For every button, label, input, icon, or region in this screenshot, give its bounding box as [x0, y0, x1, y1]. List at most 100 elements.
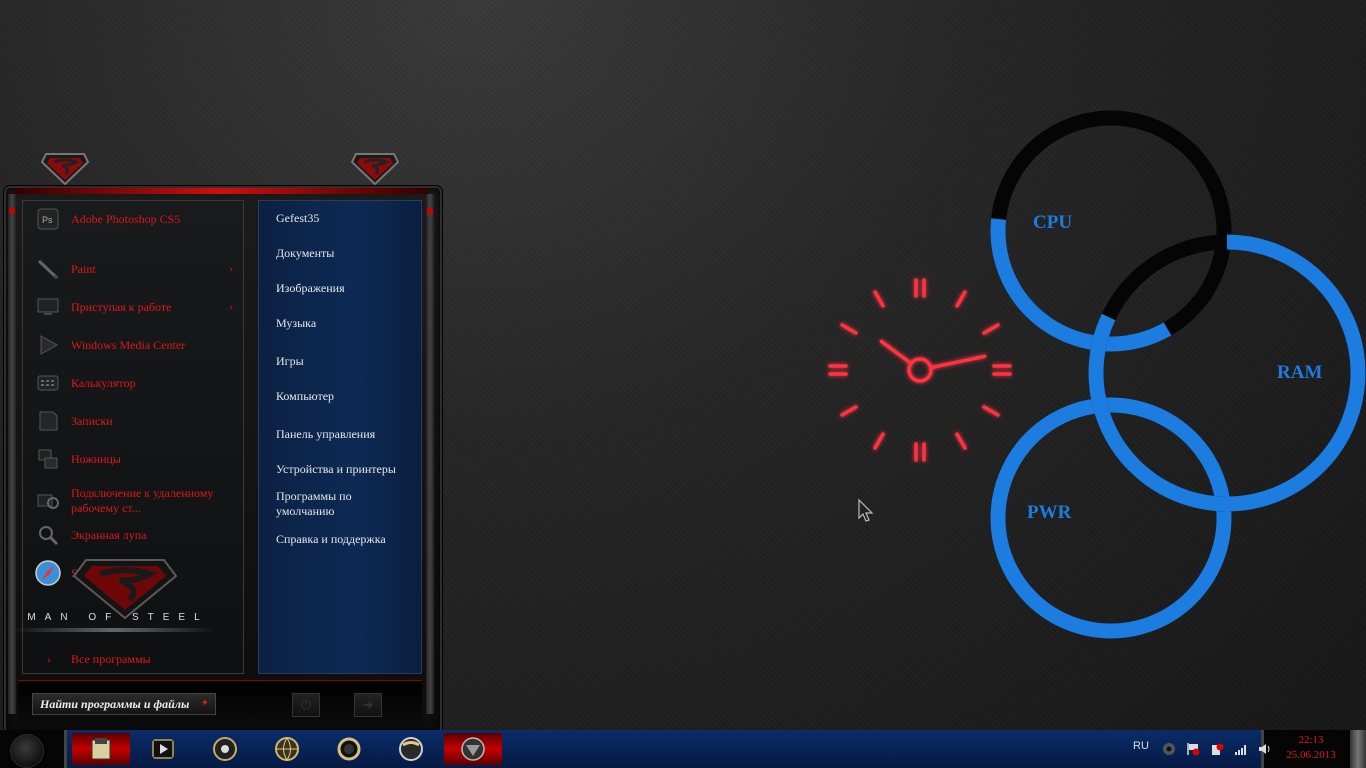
ram-label: RAM — [1277, 362, 1323, 383]
action-center-flag-icon[interactable] — [1186, 742, 1200, 756]
taskbar-app-media-player[interactable] — [134, 733, 192, 765]
clock-tick — [955, 432, 967, 450]
play-icon — [35, 332, 61, 358]
taskbar-app-6[interactable] — [382, 733, 440, 765]
program-label: Приступая к работе — [71, 299, 172, 314]
caption-divider — [12, 628, 216, 632]
program-item-magnifier[interactable]: Экранная лупа — [35, 519, 235, 551]
place-item-devices-printers[interactable]: Устройства и принтеры — [276, 462, 416, 477]
sphere-icon — [399, 737, 423, 761]
program-label: Экранная лупа — [71, 527, 147, 542]
clock-hour-hand — [879, 339, 913, 365]
program-item-snipping-tool[interactable]: Ножницы — [35, 443, 235, 475]
record-icon[interactable] — [1162, 742, 1176, 756]
start-menu-accent-bar — [14, 188, 428, 194]
magnifier-icon — [35, 522, 61, 548]
superman-icon — [461, 737, 485, 761]
cpu-label: CPU — [1033, 212, 1073, 233]
superman-emblem-icon — [40, 153, 90, 186]
photoshop-icon: Ps — [35, 206, 61, 232]
place-item-music[interactable]: Музыка — [276, 316, 416, 331]
superman-emblem-icon — [350, 153, 400, 186]
clock-time: 22:13 — [1298, 734, 1324, 746]
place-item-default-programs[interactable]: Программы по умолчанию — [276, 489, 386, 519]
all-programs-button[interactable]: › Все программы — [22, 646, 242, 672]
place-item-pictures[interactable]: Изображения — [276, 281, 416, 296]
places-list: Gefest35 Документы Изображения Музыка Иг… — [258, 200, 422, 674]
shutdown-button[interactable]: ⏻ — [292, 693, 320, 717]
disc-icon — [213, 737, 237, 761]
start-button[interactable] — [10, 734, 44, 768]
device-error-icon[interactable] — [1210, 742, 1224, 756]
taskbar-clock[interactable]: 22:13 25.06.2013 — [1278, 733, 1344, 763]
program-item-media-center[interactable]: Windows Media Center — [35, 329, 235, 361]
system-meter-gadget[interactable]: CPU RAM PWR — [985, 108, 1366, 643]
taskbar-app-4[interactable] — [258, 733, 316, 765]
search-input[interactable]: Найти программы и файлы ✦ — [32, 693, 216, 715]
start-menu-bottom-bar: Найти программы и файлы ✦ ⏻ ➜ — [18, 680, 422, 725]
clock-date: 25.06.2013 — [1286, 749, 1336, 761]
submenu-arrow-icon: › — [229, 301, 233, 313]
place-item-computer[interactable]: Компьютер — [276, 389, 416, 404]
program-item-sticky-notes[interactable]: Записки — [35, 405, 235, 437]
clock-tick — [840, 323, 858, 335]
program-label: Калькулятор — [71, 375, 136, 390]
pwr-label: PWR — [1027, 502, 1072, 523]
remote-desktop-icon — [35, 488, 61, 514]
program-label: Adobe Photoshop CS5 — [71, 211, 181, 226]
program-item-getting-started[interactable]: Приступая к работе › — [35, 291, 235, 323]
safari-icon — [35, 560, 61, 586]
shutdown-options-button[interactable]: ➜ — [354, 693, 382, 717]
program-item-paint[interactable]: Paint › — [35, 253, 235, 285]
network-signal-icon[interactable] — [1234, 742, 1248, 756]
clock-minute-hand — [929, 354, 987, 370]
place-item-help-support[interactable]: Справка и поддержка — [276, 532, 416, 547]
program-label: Записки — [71, 413, 113, 428]
clock-center — [907, 357, 933, 383]
scissors-icon — [35, 446, 61, 472]
program-item-calculator[interactable]: Калькулятор — [35, 367, 235, 399]
taskbar-app-explorer[interactable] — [72, 733, 130, 765]
all-programs-label: Все программы — [71, 651, 151, 666]
program-item-photoshop[interactable]: Ps Adobe Photoshop CS5 — [35, 203, 235, 235]
arrow-right-icon: ➜ — [362, 697, 374, 712]
frame-rail-right — [426, 194, 434, 714]
monitor-icon — [35, 294, 61, 320]
language-indicator[interactable]: RU — [1133, 740, 1149, 752]
clock-tick — [955, 290, 967, 308]
place-item-documents[interactable]: Документы — [276, 246, 416, 261]
search-placeholder: Найти программы и файлы — [40, 696, 190, 711]
program-item-remote-desktop[interactable]: Подключение к удаленному рабочему ст... — [35, 481, 235, 521]
start-menu: Ps Adobe Photoshop CS5 Paint › Приступая… — [0, 150, 442, 734]
taskbar-app-7[interactable] — [444, 733, 502, 765]
frame-rail-left — [8, 194, 16, 714]
clock-tick — [840, 405, 858, 417]
program-label: Подключение к удаленному рабочему ст... — [71, 486, 214, 515]
program-label: Paint — [71, 261, 96, 276]
folder-icon — [91, 738, 111, 760]
ring-icon — [337, 737, 361, 761]
program-label: Windows Media Center — [71, 337, 186, 352]
man-of-steel-caption: MAN OF STEEL — [27, 612, 209, 623]
clock-tick — [873, 290, 885, 308]
globe-icon — [275, 737, 299, 761]
place-item-user[interactable]: Gefest35 — [276, 211, 416, 226]
clock-tick — [873, 432, 885, 450]
svg-text:Ps: Ps — [42, 215, 53, 225]
taskbar-app-3[interactable] — [196, 733, 254, 765]
power-icon: ⏻ — [300, 697, 312, 712]
program-label: Ножницы — [71, 451, 121, 466]
place-item-games[interactable]: Игры — [276, 354, 416, 369]
taskbar: RU 22:13 25.06.2013 — [0, 730, 1366, 768]
mouse-pointer-icon — [858, 498, 874, 522]
volume-icon[interactable] — [1258, 742, 1272, 756]
chevron-right-icon: › — [47, 651, 51, 666]
man-of-steel-logo-icon — [72, 559, 178, 620]
place-item-control-panel[interactable]: Панель управления — [276, 427, 416, 442]
note-icon — [35, 408, 61, 434]
taskbar-app-5[interactable] — [320, 733, 378, 765]
media-player-icon — [152, 739, 174, 759]
paint-brush-icon — [35, 256, 61, 282]
calculator-icon — [35, 370, 61, 396]
show-desktop-button[interactable] — [1350, 730, 1366, 768]
